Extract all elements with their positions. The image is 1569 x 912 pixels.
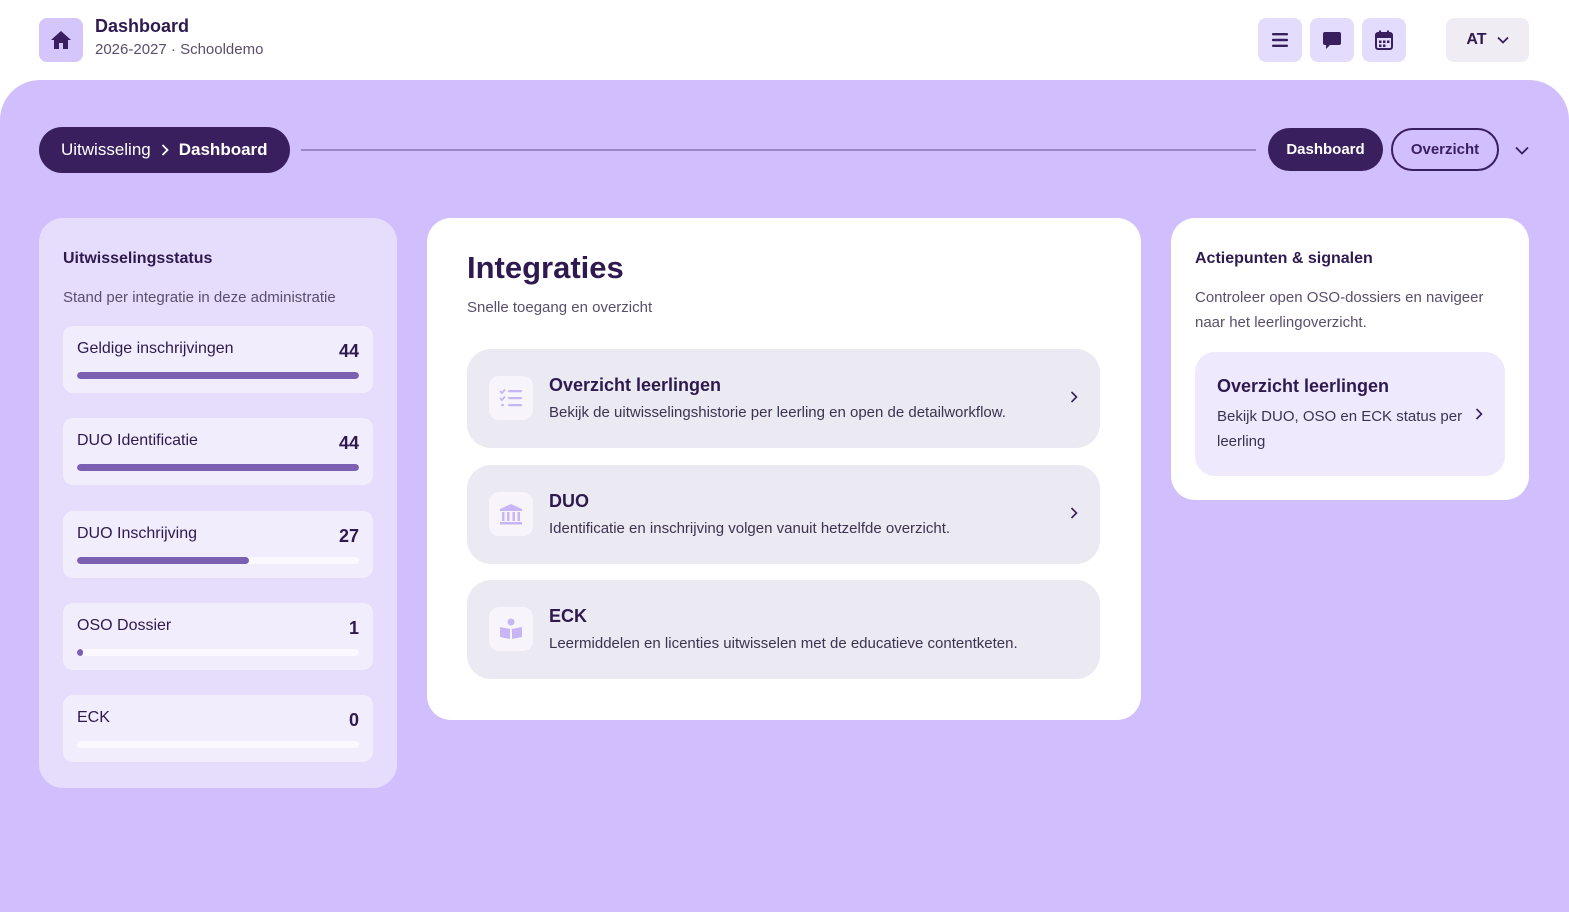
main-content: Uitwisseling Dashboard Dashboard Overzic… (0, 80, 1569, 912)
status-item-label: ECK (77, 709, 110, 726)
status-item-label: DUO Inschrijving (77, 525, 198, 542)
progress-bar (77, 372, 359, 379)
status-item-label: DUO Identificatie (77, 432, 198, 449)
breadcrumb-current: Dashboard (178, 140, 268, 159)
status-item-value: 27 (338, 526, 359, 546)
progress-bar (77, 741, 359, 748)
menu-icon (1272, 33, 1288, 47)
status-item-value: 44 (338, 341, 359, 361)
institution-icon (489, 492, 533, 536)
integration-desc: Identificatie en inschrijving volgen van… (549, 520, 951, 537)
top-bar: Dashboard 2026-2027 · Schooldemo AT (0, 0, 1569, 80)
progress-fill (77, 557, 250, 564)
chevron-right-icon (1471, 406, 1487, 422)
integration-name: ECK (549, 606, 588, 626)
menu-button[interactable] (1258, 18, 1302, 62)
integraties-card: Integraties Snelle toegang en overzicht … (427, 218, 1141, 720)
avatar-initials: AT (1466, 31, 1487, 48)
status-item: DUO Identificatie 44 (63, 418, 373, 485)
status-item: DUO Inschrijving 27 (63, 511, 373, 578)
chevron-down-icon (1515, 146, 1529, 155)
actiepunten-subtitle: Controleer open OSO-dossiers en navigeer… (1195, 289, 1484, 331)
chevron-down-icon (1496, 36, 1509, 44)
progress-fill (77, 649, 84, 656)
integration-name: DUO (549, 491, 589, 511)
tab-dashboard[interactable]: Dashboard (1268, 128, 1383, 171)
status-card-title: Uitwisselingsstatus (63, 250, 213, 267)
action-item-desc: Bekijk DUO, OSO en ECK status per leerli… (1217, 408, 1463, 450)
chevron-right-icon (161, 144, 169, 156)
tab-overzicht[interactable]: Overzicht (1391, 128, 1499, 171)
action-item-title: Overzicht leerlingen (1217, 376, 1390, 396)
chat-icon (1323, 32, 1341, 49)
progress-bar (77, 557, 359, 564)
status-item-label: Geldige inschrijvingen (77, 340, 234, 357)
status-card: Uitwisselingsstatus Stand per integratie… (39, 218, 397, 788)
chevron-right-icon (1066, 389, 1082, 405)
calendar-icon (1375, 30, 1393, 50)
chat-button[interactable] (1310, 18, 1354, 62)
integration-item-duo[interactable]: DUO Identificatie en inschrijving volgen… (467, 465, 1100, 564)
page-subtitle: 2026-2027 · Schooldemo (95, 41, 264, 58)
status-item-value: 1 (348, 618, 359, 638)
progress-bar (77, 649, 359, 656)
status-item: Geldige inschrijvingen 44 (63, 326, 373, 393)
integration-desc: Leermiddelen en licenties uitwisselen me… (549, 635, 1018, 652)
progress-fill (77, 372, 359, 379)
tabs-more-button[interactable] (1510, 138, 1534, 162)
breadcrumb-parent[interactable]: Uitwisseling (61, 140, 151, 160)
integration-desc: Bekijk de uitwisselingshistorie per leer… (549, 404, 1006, 421)
calendar-button[interactable] (1362, 18, 1406, 62)
status-item: OSO Dossier 1 (63, 603, 373, 670)
page-title: Dashboard (95, 16, 190, 36)
chevron-right-icon (1066, 505, 1082, 521)
divider (301, 149, 1256, 151)
progress-bar (77, 464, 359, 471)
action-item-overzicht-leerlingen[interactable]: Overzicht leerlingen Bekijk DUO, OSO en … (1195, 352, 1505, 476)
integration-item-overzicht-leerlingen[interactable]: Overzicht leerlingen Bekijk de uitwissel… (467, 349, 1100, 448)
integraties-subtitle: Snelle toegang en overzicht (467, 299, 653, 316)
status-item: ECK 0 (63, 695, 373, 762)
actiepunten-title: Actiepunten & signalen (1195, 250, 1373, 267)
status-card-subtitle: Stand per integratie in deze administrat… (63, 289, 336, 306)
integration-item-eck[interactable]: ECK Leermiddelen en licenties uitwissele… (467, 580, 1100, 679)
home-button[interactable] (39, 18, 83, 62)
progress-fill (77, 464, 359, 471)
actiepunten-card: Actiepunten & signalen Controleer open O… (1171, 218, 1529, 500)
status-item-value: 0 (348, 710, 359, 730)
list-check-icon (489, 376, 533, 420)
breadcrumb: Uitwisseling Dashboard (39, 127, 290, 173)
home-icon (51, 31, 71, 49)
integraties-title: Integraties (467, 250, 624, 285)
status-item-label: OSO Dossier (77, 617, 172, 634)
integration-name: Overzicht leerlingen (549, 375, 722, 395)
status-item-value: 44 (338, 433, 359, 453)
book-reader-icon (489, 607, 533, 651)
user-menu-button[interactable]: AT (1446, 18, 1529, 62)
